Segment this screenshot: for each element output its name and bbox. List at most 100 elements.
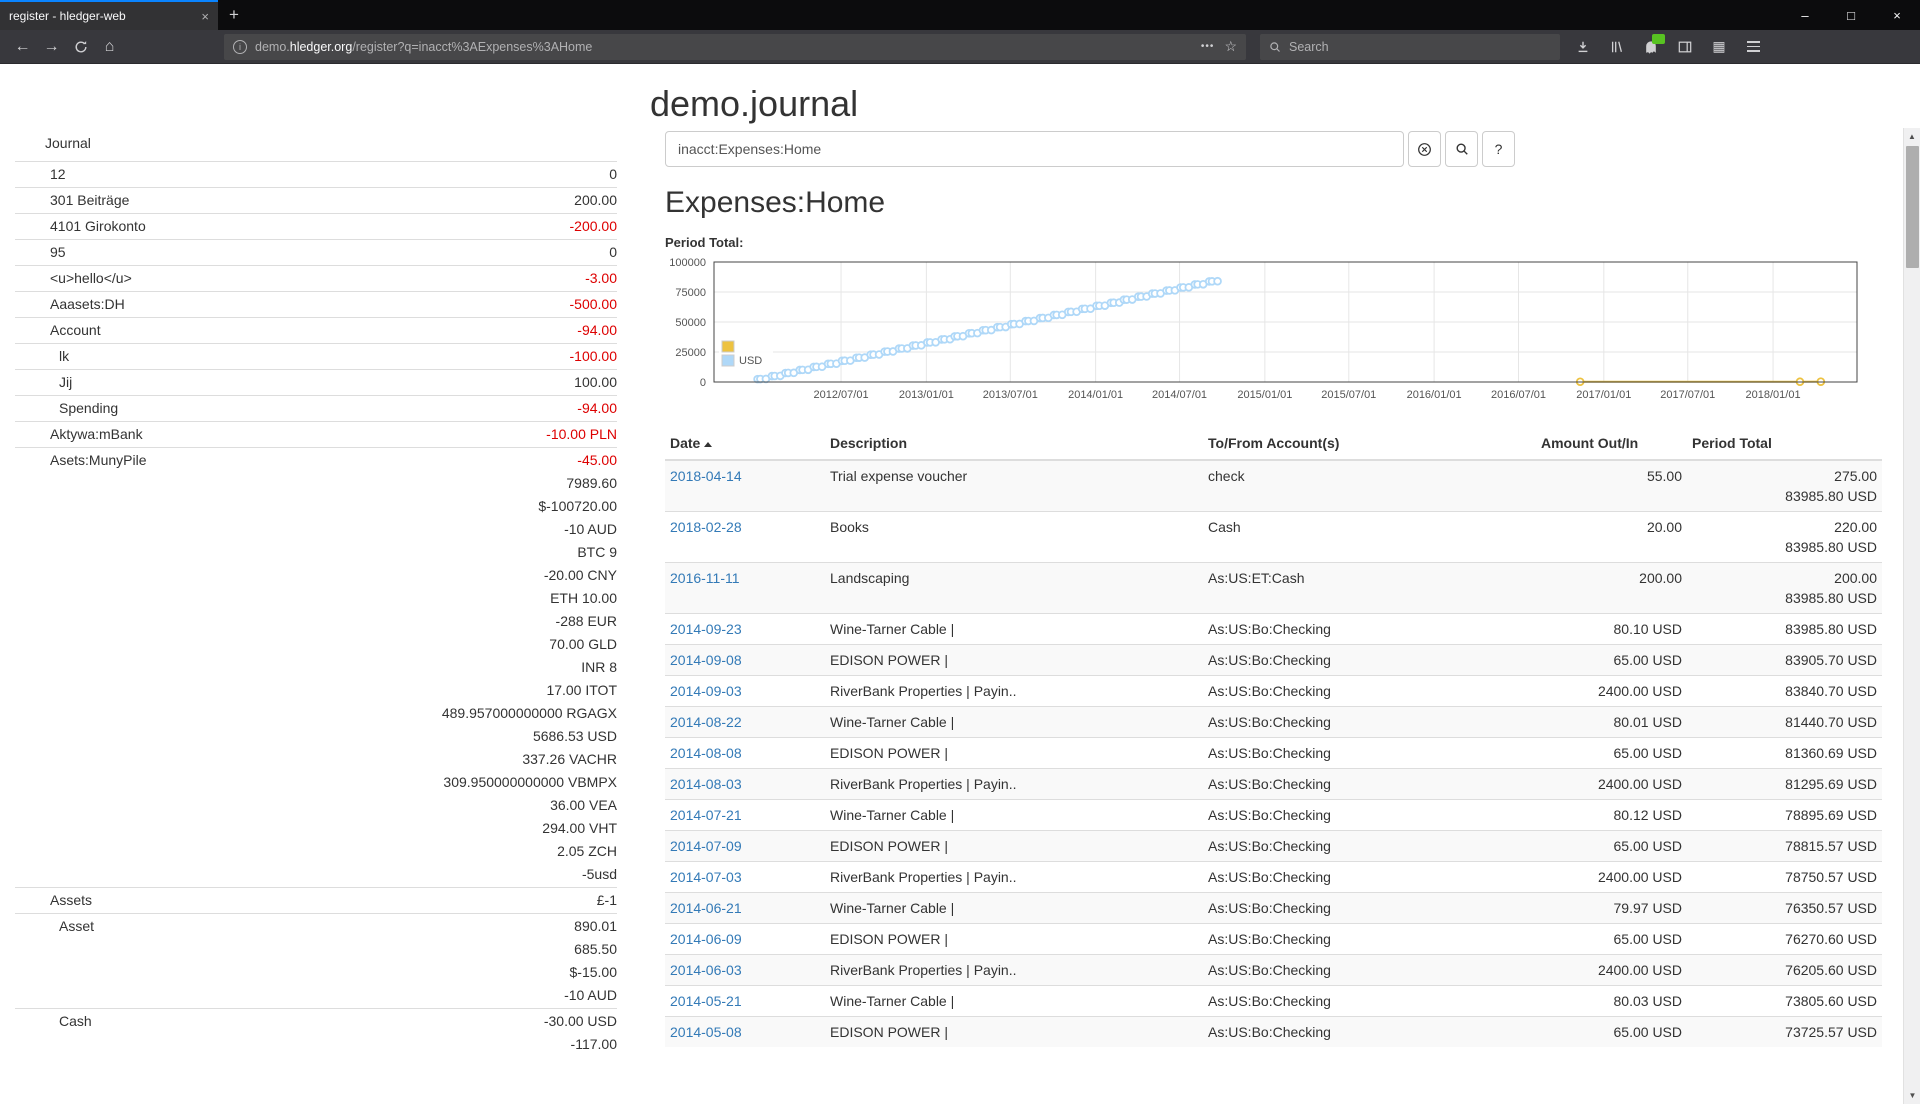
menu-button[interactable] xyxy=(1744,38,1762,56)
register-row[interactable]: 2014-08-03RiverBank Properties | Payin..… xyxy=(665,769,1882,800)
transaction-date-link[interactable]: 2014-07-21 xyxy=(670,807,742,823)
sidebar-account-row: Jij100.00 xyxy=(15,369,617,395)
sidebar-account-link[interactable]: 4101 Girokonto xyxy=(15,215,570,238)
register-row[interactable]: 2014-07-09EDISON POWER |As:US:Bo:Checkin… xyxy=(665,831,1882,862)
minimize-button[interactable]: – xyxy=(1782,0,1828,30)
column-header-date[interactable]: Date xyxy=(665,427,825,460)
account-balance: INR 8 xyxy=(442,656,617,679)
home-button[interactable]: ⌂ xyxy=(95,34,124,60)
sidebar-account-link[interactable]: 95 xyxy=(15,241,609,264)
register-row[interactable]: 2014-07-21Wine-Tarner Cable |As:US:Bo:Ch… xyxy=(665,800,1882,831)
extension-button[interactable] xyxy=(1642,38,1660,56)
svg-text:2013/01/01: 2013/01/01 xyxy=(899,389,954,401)
transaction-date-link[interactable]: 2014-09-08 xyxy=(670,652,742,668)
sidebar-account-link[interactable]: Asets:MunyPile xyxy=(15,449,442,886)
register-row[interactable]: 2014-05-08EDISON POWER |As:US:Bo:Checkin… xyxy=(665,1017,1882,1048)
transaction-date-link[interactable]: 2014-09-23 xyxy=(670,621,742,637)
transaction-description: EDISON POWER | xyxy=(825,924,1203,955)
sidebar-account-link[interactable]: Aktywa:mBank xyxy=(15,423,546,446)
transaction-amount: 20.00 xyxy=(1536,512,1687,563)
account-balance: -100.00 xyxy=(570,345,617,368)
register-row[interactable]: 2014-09-03RiverBank Properties | Payin..… xyxy=(665,676,1882,707)
browser-tab[interactable]: register - hledger-web × xyxy=(0,0,218,30)
column-header-amount[interactable]: Amount Out/In xyxy=(1536,427,1687,460)
transaction-amount: 80.01 USD xyxy=(1536,707,1687,738)
scroll-up-icon[interactable]: ▲ xyxy=(1904,128,1920,145)
column-header-description[interactable]: Description xyxy=(825,427,1203,460)
transaction-date-link[interactable]: 2018-02-28 xyxy=(670,519,742,535)
sidebar-account-link[interactable]: Assets xyxy=(15,889,597,912)
query-input[interactable] xyxy=(665,131,1404,167)
register-row[interactable]: 2014-07-03RiverBank Properties | Payin..… xyxy=(665,862,1882,893)
help-button[interactable]: ? xyxy=(1482,131,1515,167)
maximize-button[interactable]: □ xyxy=(1828,0,1874,30)
transaction-date-link[interactable]: 2014-07-09 xyxy=(670,838,742,854)
register-row[interactable]: 2014-09-08EDISON POWER |As:US:Bo:Checkin… xyxy=(665,645,1882,676)
transaction-date-link[interactable]: 2014-08-22 xyxy=(670,714,742,730)
register-row[interactable]: 2016-11-11LandscapingAs:US:ET:Cash200.00… xyxy=(665,563,1882,614)
sidebar-account-link[interactable]: Asset xyxy=(15,915,564,1007)
transaction-amount: 65.00 USD xyxy=(1536,1017,1687,1048)
sidebar-account-link[interactable]: Cash xyxy=(15,1010,544,1056)
register-row[interactable]: 2014-09-23Wine-Tarner Cable |As:US:Bo:Ch… xyxy=(665,614,1882,645)
register-row[interactable]: 2018-04-14Trial expense vouchercheck55.0… xyxy=(665,460,1882,512)
reload-button[interactable] xyxy=(66,34,95,60)
transaction-date-link[interactable]: 2014-08-08 xyxy=(670,745,742,761)
sidebar-item-journal[interactable]: Journal xyxy=(15,130,617,161)
close-button[interactable]: × xyxy=(1874,0,1920,30)
site-info-icon[interactable]: i xyxy=(233,40,247,54)
transaction-account: Cash xyxy=(1203,512,1536,563)
library-button[interactable] xyxy=(1608,38,1626,56)
download-button[interactable] xyxy=(1574,38,1592,56)
sidebar-account-link[interactable]: Account xyxy=(15,319,577,342)
scroll-down-icon[interactable]: ▼ xyxy=(1904,1087,1920,1104)
tab-close-icon[interactable]: × xyxy=(201,9,209,24)
sidebar-account-link[interactable]: <u>hello</u> xyxy=(15,267,585,290)
transaction-date-link[interactable]: 2018-04-14 xyxy=(670,468,742,484)
register-row[interactable]: 2014-08-08EDISON POWER |As:US:Bo:Checkin… xyxy=(665,738,1882,769)
grid-button[interactable]: ▦ xyxy=(1710,38,1728,56)
sidebar-account-link[interactable]: lk xyxy=(15,345,570,368)
sidebar-account-link[interactable]: Aaasets:DH xyxy=(15,293,570,316)
clear-query-button[interactable] xyxy=(1408,131,1441,167)
register-row[interactable]: 2014-08-22Wine-Tarner Cable |As:US:Bo:Ch… xyxy=(665,707,1882,738)
transaction-date-link[interactable]: 2014-07-03 xyxy=(670,869,742,885)
new-tab-button[interactable]: + xyxy=(218,0,250,30)
transaction-date-link[interactable]: 2014-06-03 xyxy=(670,962,742,978)
transaction-date-link[interactable]: 2014-06-21 xyxy=(670,900,742,916)
page-scrollbar[interactable]: ▲ ▼ xyxy=(1903,128,1920,1104)
url-bar[interactable]: i demo.hledger.org/register?q=inacct%3AE… xyxy=(224,34,1246,60)
column-header-period-total[interactable]: Period Total xyxy=(1687,427,1882,460)
sidebar-account-link[interactable]: Spending xyxy=(15,397,577,420)
sidebar-account-link[interactable]: Jij xyxy=(15,371,574,394)
column-header-account[interactable]: To/From Account(s) xyxy=(1203,427,1536,460)
account-balance: -10 AUD xyxy=(564,984,617,1007)
forward-button[interactable]: → xyxy=(37,34,66,60)
scrollbar-thumb[interactable] xyxy=(1906,146,1919,268)
transaction-date-link[interactable]: 2016-11-11 xyxy=(670,570,740,586)
period-total-value: 76205.60 USD xyxy=(1692,960,1877,980)
register-row[interactable]: 2014-06-03RiverBank Properties | Payin..… xyxy=(665,955,1882,986)
sidebar-account-link[interactable]: 301 Beiträge xyxy=(15,189,574,212)
search-button[interactable] xyxy=(1445,131,1478,167)
register-row[interactable]: 2014-06-21Wine-Tarner Cable |As:US:Bo:Ch… xyxy=(665,893,1882,924)
transaction-date-link[interactable]: 2014-09-03 xyxy=(670,683,742,699)
transaction-date-link[interactable]: 2014-05-21 xyxy=(670,993,742,1009)
browser-toolbar: ← → ⌂ i demo.hledger.org/register?q=inac… xyxy=(0,30,1920,64)
transaction-date-link[interactable]: 2014-06-09 xyxy=(670,931,742,947)
account-balances: -30.00 USD-117.00 xyxy=(544,1010,617,1056)
transaction-date-link[interactable]: 2014-05-08 xyxy=(670,1024,742,1040)
transaction-description: Trial expense voucher xyxy=(825,460,1203,512)
account-balance: -117.00 xyxy=(544,1033,617,1056)
sidebar-account-link[interactable]: 12 xyxy=(15,163,609,186)
transaction-date-link[interactable]: 2014-08-03 xyxy=(670,776,742,792)
browser-search-field[interactable]: Search xyxy=(1260,34,1560,60)
page-actions-icon[interactable]: ••• xyxy=(1201,41,1215,52)
period-total-chart[interactable]: 02500050000750001000002012/07/012013/01/… xyxy=(665,254,1887,419)
register-row[interactable]: 2018-02-28BooksCash20.00220.0083985.80 U… xyxy=(665,512,1882,563)
register-row[interactable]: 2014-06-09EDISON POWER |As:US:Bo:Checkin… xyxy=(665,924,1882,955)
bookmark-star-icon[interactable]: ☆ xyxy=(1224,38,1237,55)
register-row[interactable]: 2014-05-21Wine-Tarner Cable |As:US:Bo:Ch… xyxy=(665,986,1882,1017)
back-button[interactable]: ← xyxy=(8,34,37,60)
sidebar-toggle-button[interactable] xyxy=(1676,38,1694,56)
